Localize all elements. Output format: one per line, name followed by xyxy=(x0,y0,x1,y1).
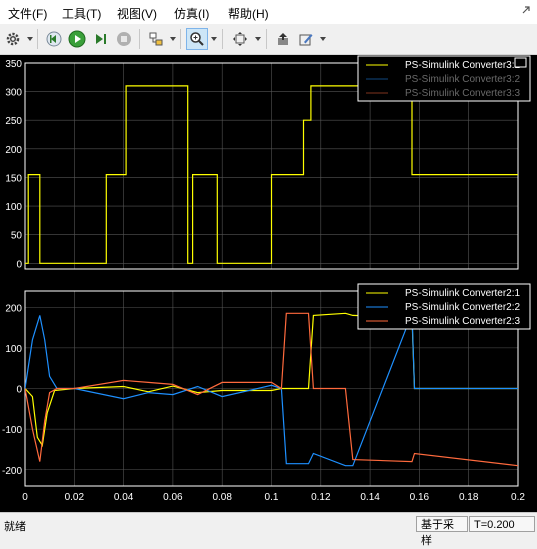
legend-label-3-3: PS-Simulink Converter3:3 xyxy=(405,88,520,99)
time-indicator: T=0.200 xyxy=(469,516,535,532)
highlight-icon xyxy=(149,32,163,46)
restore-view-button[interactable] xyxy=(272,28,294,50)
highlight-dropdown-icon[interactable] xyxy=(170,37,176,41)
x-tick-label: 0.06 xyxy=(163,492,183,503)
stop-button[interactable] xyxy=(113,28,135,50)
status-text: 就绪 xyxy=(4,521,26,533)
restore-icon xyxy=(278,33,288,45)
menu-view[interactable]: 视图(V) xyxy=(117,5,157,22)
toolbar-separator xyxy=(266,29,267,49)
stop-icon xyxy=(117,32,131,46)
zoom-dropdown-icon[interactable] xyxy=(211,37,217,41)
legend-label-3-1: PS-Simulink Converter3:1 xyxy=(405,60,520,71)
toolbar-separator xyxy=(180,29,181,49)
x-tick-label: 0.16 xyxy=(410,492,430,503)
menu-help[interactable]: 帮助(H) xyxy=(228,5,269,22)
x-tick-label: 0.12 xyxy=(311,492,331,503)
step-forward-icon xyxy=(96,34,106,44)
y-tick-label: 250 xyxy=(5,116,22,127)
sample-mode-indicator: 基于采样 xyxy=(416,516,468,547)
y-tick-label: 0 xyxy=(16,385,22,396)
step-back-button[interactable] xyxy=(43,28,65,50)
style-dropdown-icon[interactable] xyxy=(320,37,326,41)
menu-simulation[interactable]: 仿真(I) xyxy=(174,5,209,22)
y-tick-label: 100 xyxy=(5,202,22,213)
run-icon xyxy=(68,30,86,48)
menu-file[interactable]: 文件(F) xyxy=(8,5,47,22)
x-tick-label: 0.18 xyxy=(459,492,479,503)
zoom-button[interactable] xyxy=(186,28,208,50)
y-tick-label: 300 xyxy=(5,88,22,99)
settings-dropdown-icon[interactable] xyxy=(27,37,33,41)
menu-bar: 文件(F) 工具(T) 视图(V) 仿真(I) 帮助(H) xyxy=(0,0,537,24)
y-tick-label: 50 xyxy=(11,231,23,242)
x-tick-label: 0.2 xyxy=(511,492,525,503)
toolbar-separator xyxy=(222,29,223,49)
legend-label-3-2: PS-Simulink Converter3:2 xyxy=(405,74,520,85)
toolbar-separator xyxy=(37,29,38,49)
scope-plots[interactable]: 0 50 100 150 200 250 300 350 -200 -100 0 100 200 0 0.0… xyxy=(0,55,537,512)
settings-button[interactable] xyxy=(2,28,24,50)
x-tick-label: 0 xyxy=(22,492,28,503)
run-button[interactable] xyxy=(66,28,88,50)
y-tick-label: -200 xyxy=(2,466,22,477)
menu-tools[interactable]: 工具(T) xyxy=(62,5,101,22)
legend-label-2-1: PS-Simulink Converter2:1 xyxy=(405,288,520,299)
x-tick-label: 0.08 xyxy=(212,492,232,503)
x-tick-label: 0.04 xyxy=(114,492,134,503)
pin-icon[interactable] xyxy=(521,5,531,15)
x-tick-label: 0.1 xyxy=(265,492,279,503)
y-tick-label: 200 xyxy=(5,303,22,314)
gear-icon xyxy=(6,32,20,46)
y-tick-label: 100 xyxy=(5,344,22,355)
status-bar: 就绪 基于采样 T=0.200 xyxy=(0,512,537,547)
fit-icon xyxy=(233,32,247,46)
y-tick-label: 150 xyxy=(5,173,22,184)
fit-to-view-button[interactable] xyxy=(229,28,251,50)
y-tick-label: 200 xyxy=(5,145,22,156)
x-tick-label: 0.14 xyxy=(360,492,380,503)
y-tick-label: -100 xyxy=(2,425,22,436)
legend-collapse-icon[interactable] xyxy=(514,57,527,68)
style-icon xyxy=(299,34,313,46)
rewind-icon xyxy=(46,31,62,47)
highlight-button[interactable] xyxy=(145,28,167,50)
top-legend[interactable]: PS-Simulink Converter3:1 PS-Simulink Con… xyxy=(357,55,531,102)
zoom-icon xyxy=(190,32,204,46)
style-button[interactable] xyxy=(295,28,317,50)
scope-display: 0 50 100 150 200 250 300 350 -200 -100 0 100 200 0 0.0… xyxy=(0,55,537,512)
fit-dropdown-icon[interactable] xyxy=(255,37,261,41)
bottom-legend[interactable]: PS-Simulink Converter2:1 PS-Simulink Con… xyxy=(357,283,531,330)
toolbar-separator xyxy=(139,29,140,49)
y-tick-label: 0 xyxy=(16,259,22,270)
x-tick-label: 0.02 xyxy=(65,492,85,503)
step-forward-button[interactable] xyxy=(90,28,112,50)
y-tick-label: 350 xyxy=(5,59,22,70)
toolbar xyxy=(0,24,537,55)
legend-label-2-3: PS-Simulink Converter2:3 xyxy=(405,316,520,327)
legend-label-2-2: PS-Simulink Converter2:2 xyxy=(405,302,520,313)
